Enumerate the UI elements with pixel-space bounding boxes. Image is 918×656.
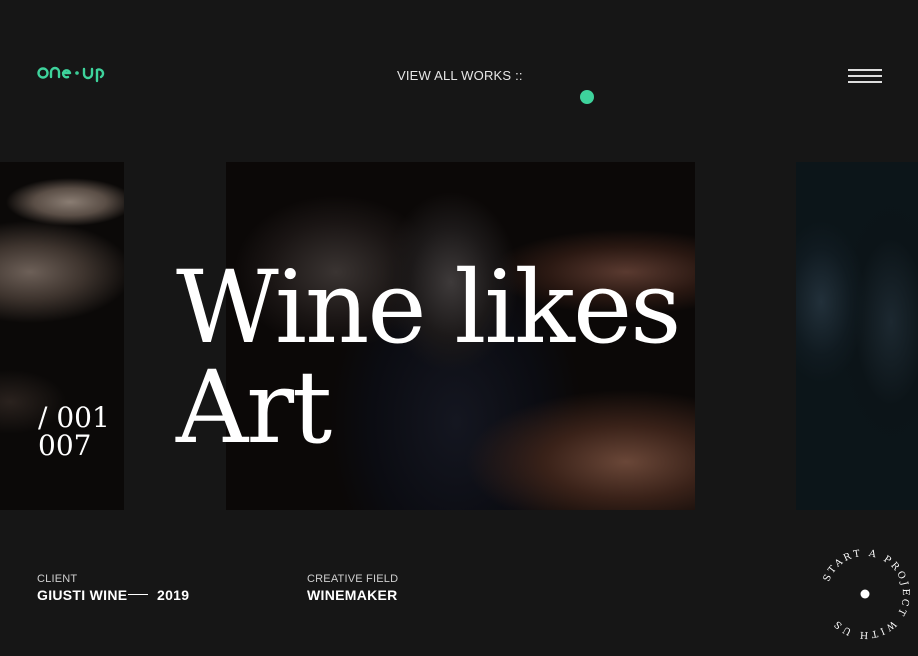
divider-dash — [128, 594, 148, 595]
project-title[interactable]: Wine likes Art — [176, 249, 681, 466]
start-project-button[interactable]: START A PROJECT WITH US — [816, 545, 914, 643]
hamburger-icon — [848, 69, 882, 71]
slide-counter-current: / 001 — [38, 401, 110, 434]
slide-counter-total: 007 — [38, 429, 92, 462]
project-title-line2: Art — [176, 349, 332, 466]
year-value: 2019 — [157, 587, 190, 603]
creative-field-label: CREATIVE FIELD — [307, 573, 399, 585]
cursor-dot — [580, 90, 594, 104]
cta-center-dot — [860, 589, 870, 599]
creative-field-value: WINEMAKER — [307, 587, 398, 603]
menu-button[interactable] — [848, 67, 882, 85]
project-title-line1: Wine likes — [176, 249, 681, 366]
client-label: CLIENT — [37, 573, 78, 585]
one-up-logo[interactable] — [37, 62, 113, 84]
slide-counter: / 001 007 — [38, 404, 110, 460]
client-value: GIUSTI WINE — [37, 587, 128, 603]
view-all-works-link[interactable]: VIEW ALL WORKS :: — [397, 68, 523, 83]
slide-next-image[interactable] — [796, 162, 918, 510]
